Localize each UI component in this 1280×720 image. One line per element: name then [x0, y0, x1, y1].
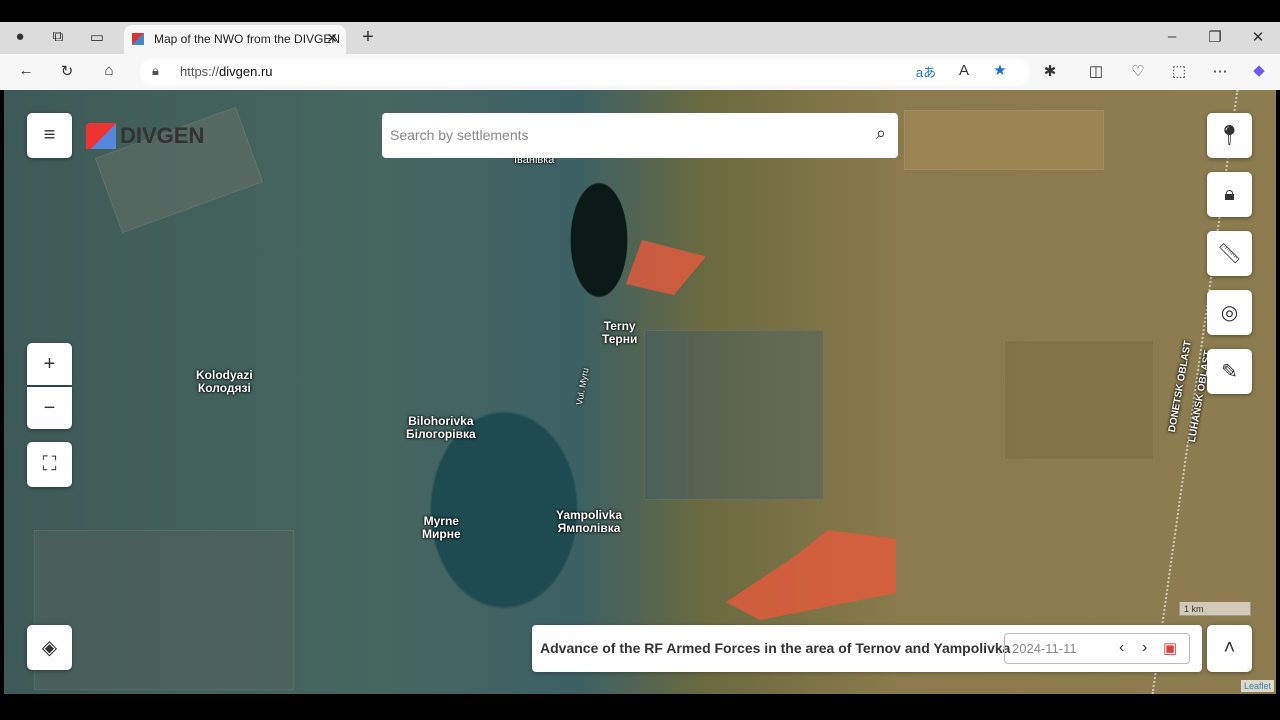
- search-placeholder: Search by settlements: [390, 127, 529, 143]
- advance-area: [726, 530, 896, 620]
- plus-icon: +: [43, 352, 56, 375]
- next-date-icon[interactable]: ›: [1142, 639, 1147, 657]
- map-pin-icon: 📍︎: [1216, 125, 1243, 147]
- lock-icon[interactable]: 🔒︎: [152, 63, 159, 79]
- menu-button[interactable]: ≡: [27, 113, 72, 158]
- tab-actions-icon[interactable]: ▭: [85, 28, 109, 46]
- street-label: Vul. Myru: [574, 366, 591, 406]
- location-button[interactable]: 📍︎: [1207, 113, 1252, 158]
- address-bar: ← ↻ ⌂ 🔒︎ https://divgen.ru aあ A ★ ✱ ◫ ♡ …: [0, 54, 1280, 90]
- scale-label: 1 km: [1184, 604, 1204, 614]
- tab-title: Map of the NWO from the DIVGEN: [154, 32, 341, 46]
- profile-icon[interactable]: ●: [8, 28, 32, 45]
- workspaces-icon[interactable]: ⧉: [46, 28, 70, 45]
- map-field: [1004, 340, 1154, 460]
- restore-icon[interactable]: ❐: [1203, 28, 1227, 46]
- label-uk: Терни: [602, 332, 638, 346]
- logo-mark-icon: [86, 123, 116, 149]
- pen-icon: ✎: [1221, 361, 1238, 383]
- search-input[interactable]: Search by settlements ⌕: [382, 113, 898, 158]
- zoom-out-button[interactable]: −: [27, 387, 72, 429]
- tab-active[interactable]: Map of the NWO from the DIVGEN ✕: [124, 25, 346, 54]
- search-icon[interactable]: ⌕: [876, 123, 886, 144]
- url-domain: divgen.ru: [219, 64, 273, 79]
- new-tab-icon[interactable]: +: [356, 26, 380, 49]
- draw-button[interactable]: ✎: [1207, 349, 1252, 394]
- split-screen-icon[interactable]: ◫: [1084, 62, 1108, 80]
- translate-icon[interactable]: aあ: [914, 62, 938, 81]
- url-field[interactable]: 🔒︎ https://divgen.ru: [140, 58, 1030, 86]
- calendar-icon[interactable]: ▣: [1163, 639, 1177, 657]
- target-icon: ◎: [1220, 302, 1239, 324]
- date-input[interactable]: 2024-11-11 ‹ › ▣: [1004, 633, 1190, 664]
- date-value: 2024-11-11: [1012, 641, 1077, 656]
- favicon-icon: [132, 33, 144, 45]
- layers-button[interactable]: ◈: [27, 625, 72, 670]
- label-uk: Ямполівка: [557, 521, 621, 535]
- map-label-kolodyazi: Kolodyazi Колодязі: [196, 369, 253, 395]
- map-field: [34, 530, 294, 690]
- event-title: Advance of the RF Armed Forces in the ar…: [540, 640, 1011, 656]
- advance-area: [626, 240, 706, 295]
- map-field: [644, 330, 824, 500]
- close-window-icon[interactable]: ✕: [1246, 28, 1270, 46]
- expand-panel-button[interactable]: ˄: [1207, 625, 1252, 672]
- screenshot-icon[interactable]: ⬚: [1167, 62, 1191, 80]
- ruler-button[interactable]: 📏︎: [1207, 231, 1252, 276]
- url-prefix: https://: [180, 64, 220, 79]
- layers-icon: ◈: [41, 637, 58, 659]
- map-field: [904, 110, 1104, 170]
- label-uk: Білогорівка: [406, 427, 476, 441]
- chevron-up-icon: ˄: [1223, 637, 1236, 659]
- minimize-icon[interactable]: –: [1160, 28, 1184, 45]
- label-uk: Колодязі: [197, 381, 251, 395]
- logo-text: DIVGEN: [120, 123, 205, 148]
- map-label-myrne: Myrne Мирне: [422, 515, 461, 541]
- divgen-logo[interactable]: DIVGEN: [84, 123, 204, 149]
- extensions-icon[interactable]: ✱: [1038, 62, 1062, 80]
- event-panel: Advance of the RF Armed Forces in the ar…: [532, 625, 1202, 672]
- reload-icon[interactable]: ↻: [55, 62, 79, 80]
- fullscreen-icon: ⛶: [42, 453, 57, 475]
- close-tab-icon[interactable]: ✕: [326, 30, 338, 47]
- lock-button[interactable]: 🔒︎: [1207, 172, 1252, 217]
- lock-icon: 🔒︎: [1224, 183, 1235, 205]
- map-label-yampolivka: Yampolivka Ямполівка: [556, 509, 622, 535]
- minus-icon: −: [43, 396, 56, 419]
- home-icon[interactable]: ⌂: [97, 62, 121, 79]
- map-label-terny: Terny Терни: [602, 320, 637, 346]
- radius-button[interactable]: ◎: [1207, 290, 1252, 335]
- label-uk: Мирне: [422, 527, 461, 541]
- more-icon[interactable]: ⋯: [1208, 62, 1232, 80]
- back-icon[interactable]: ←: [14, 62, 38, 79]
- zoom-in-button[interactable]: +: [27, 343, 72, 385]
- copilot-icon[interactable]: ◆: [1247, 61, 1271, 79]
- scale-bar: 1 km: [1179, 602, 1251, 616]
- browser-essentials-icon[interactable]: ♡: [1126, 62, 1150, 80]
- map[interactable]: Іванівка Terny Терни Kolodyazi Колодязі Bi…: [4, 90, 1276, 694]
- prev-date-icon[interactable]: ‹: [1119, 639, 1124, 657]
- leaflet-attribution[interactable]: Leaflet: [1240, 680, 1274, 692]
- map-label-bilohorivka: Bilohorivka Білогорівка: [406, 415, 476, 441]
- favorite-star-icon[interactable]: ★: [988, 61, 1012, 79]
- read-aloud-icon[interactable]: A: [952, 62, 976, 79]
- tab-bar: ● ⧉ ▭ Map of the NWO from the DIVGEN ✕ +…: [0, 22, 1280, 54]
- hamburger-icon: ≡: [43, 124, 56, 146]
- fullscreen-button[interactable]: ⛶: [27, 442, 72, 487]
- ruler-icon: 📏︎: [1216, 243, 1243, 265]
